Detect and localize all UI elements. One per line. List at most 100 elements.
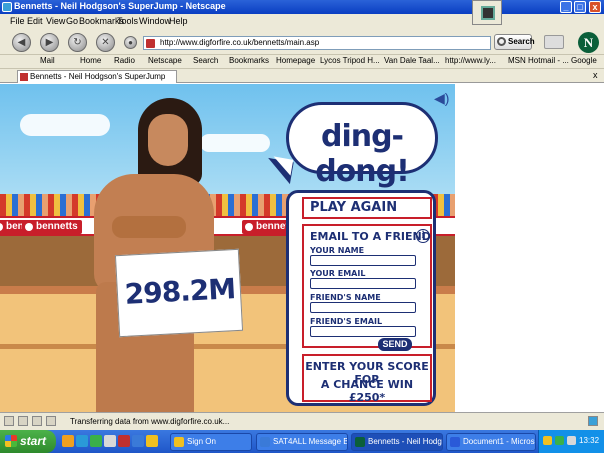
- reload-icon[interactable]: ↻: [68, 33, 87, 52]
- menu-window[interactable]: Window: [139, 16, 171, 26]
- minimize-button[interactable]: _: [560, 1, 572, 13]
- task-sign-on[interactable]: Sign On: [170, 433, 252, 451]
- security-icon: [588, 416, 598, 426]
- system-tray: 13:32: [538, 430, 604, 453]
- volume-icon[interactable]: [567, 436, 576, 445]
- tab-site-icon: [20, 73, 28, 81]
- friends-name-field[interactable]: [310, 302, 416, 313]
- netscape-app-icon: [2, 2, 12, 12]
- task-bennetts[interactable]: Bennetts - Neil Hodgs...: [351, 433, 443, 451]
- email-friend-form: EMAIL TO A FRIEND i YOUR NAME YOUR EMAIL…: [302, 224, 432, 351]
- toolbar-link-mail[interactable]: Mail: [40, 56, 55, 65]
- your-name-label: YOUR NAME: [310, 246, 365, 255]
- status-icon: [46, 416, 56, 426]
- menu-tools[interactable]: Tools: [117, 16, 138, 26]
- speech-bubble-text: ding-dong!: [315, 119, 410, 189]
- maximize-button[interactable]: □: [574, 1, 586, 13]
- menu-help[interactable]: Help: [169, 16, 188, 26]
- stop-icon[interactable]: ✕: [96, 33, 115, 52]
- toolbar-link-vandale[interactable]: Van Dale Taal...: [384, 56, 440, 65]
- status-icon: [18, 416, 28, 426]
- task-icon: [174, 437, 184, 447]
- toolbar-link-home[interactable]: Home: [80, 56, 101, 65]
- taskbar: start Sign On SAT4ALL Message Bo... Benn…: [0, 430, 604, 453]
- menu-bar: File Edit View Go Bookmarks Tools Window…: [0, 14, 604, 29]
- figure-arm: [112, 216, 186, 238]
- netscape-logo[interactable]: N: [578, 32, 599, 53]
- toolbar-link-homepage[interactable]: Homepage: [276, 56, 315, 65]
- start-label: start: [20, 434, 47, 448]
- friends-email-field[interactable]: [310, 326, 416, 337]
- toolbar-link-google[interactable]: Google: [571, 56, 597, 65]
- url-text: http://www.digforfire.co.uk/bennetts/mai…: [160, 38, 320, 47]
- quick-launch-icon[interactable]: [146, 435, 158, 447]
- score-value: 298.2M: [123, 272, 236, 311]
- enter-score-line2: A CHANCE WIN £250*: [320, 378, 414, 404]
- close-tab-icon[interactable]: x: [593, 70, 598, 80]
- start-button[interactable]: start: [0, 430, 56, 453]
- your-email-field[interactable]: [310, 278, 416, 289]
- tab-bar: Bennetts - Neil Hodgson's SuperJump x: [0, 69, 604, 83]
- task-sat4all[interactable]: SAT4ALL Message Bo...: [256, 433, 348, 451]
- quick-launch-icon[interactable]: [62, 435, 74, 447]
- sound-icon[interactable]: ◀): [434, 90, 449, 107]
- toolbar-link-netscape[interactable]: Netscape: [148, 56, 182, 65]
- print-icon[interactable]: [544, 35, 564, 49]
- quick-launch-icon[interactable]: [90, 435, 102, 447]
- url-input[interactable]: http://www.digforfire.co.uk/bennetts/mai…: [143, 36, 491, 50]
- search-button-label: Search: [508, 37, 535, 46]
- task-icon: [355, 437, 365, 447]
- personal-toolbar: Mail Home Radio Netscape Search Bookmark…: [0, 55, 604, 69]
- window-title: Bennetts - Neil Hodgson's SuperJump - Ne…: [14, 1, 226, 11]
- task-label: Document1 - Microsof...: [463, 437, 535, 446]
- task-document1[interactable]: Document1 - Microsof...: [446, 433, 536, 451]
- info-icon[interactable]: i: [416, 229, 430, 243]
- speech-bubble: ding-dong!: [286, 102, 438, 189]
- task-label: Bennetts - Neil Hodgs...: [368, 437, 442, 446]
- your-name-field[interactable]: [310, 255, 416, 266]
- windows-flag-icon: [5, 435, 17, 447]
- forward-icon[interactable]: ▶: [40, 33, 59, 52]
- quick-launch-icon[interactable]: [118, 435, 130, 447]
- back-icon[interactable]: ◀: [12, 33, 31, 52]
- quick-launch-icon[interactable]: [76, 435, 88, 447]
- throbber-icon: [472, 0, 502, 25]
- score-card: 298.2M: [114, 248, 244, 338]
- superjump-game[interactable]: bennetts bennetts bennetts 298.2M ding-d…: [0, 84, 455, 412]
- status-bar: Transferring data from www.digforfire.co…: [0, 412, 604, 430]
- search-button[interactable]: Search: [494, 34, 535, 50]
- quick-launch-icon[interactable]: [132, 435, 144, 447]
- email-friend-title: EMAIL TO A FRIEND: [310, 230, 431, 243]
- task-label: SAT4ALL Message Bo...: [273, 437, 347, 446]
- toolbar-link-hotmail[interactable]: MSN Hotmail - ...: [508, 56, 569, 65]
- tab-label: Bennetts - Neil Hodgson's SuperJump: [30, 72, 166, 81]
- enter-score-promo[interactable]: ENTER YOUR SCORE FOR A CHANCE WIN £250*: [302, 354, 432, 404]
- send-button[interactable]: SEND: [378, 338, 412, 351]
- task-icon: [450, 437, 460, 447]
- clock: 13:32: [579, 436, 600, 445]
- toolbar-link-radio[interactable]: Radio: [114, 56, 135, 65]
- play-again-button[interactable]: PLAY AGAIN: [302, 197, 432, 219]
- window-title-bar: Bennetts - Neil Hodgson's SuperJump - Ne…: [0, 0, 604, 14]
- menu-edit[interactable]: Edit: [27, 16, 43, 26]
- quick-launch-icon[interactable]: [104, 435, 116, 447]
- home-nav-icon[interactable]: ●: [124, 36, 137, 49]
- toolbar-link-lycos[interactable]: Lycos Tripod H...: [320, 56, 380, 65]
- toolbar-link-search[interactable]: Search: [193, 56, 218, 65]
- network-icon[interactable]: [555, 436, 564, 445]
- task-label: Sign On: [187, 437, 216, 446]
- your-email-label: YOUR EMAIL: [310, 269, 366, 278]
- menu-view[interactable]: View: [46, 16, 65, 26]
- navigation-toolbar: ◀ ▶ ↻ ✕ ● http://www.digforfire.co.uk/be…: [0, 29, 604, 55]
- close-window-button[interactable]: x: [589, 1, 601, 13]
- tab-bennetts[interactable]: Bennetts - Neil Hodgson's SuperJump: [17, 70, 177, 83]
- warning-icon[interactable]: [543, 436, 552, 445]
- status-icon: [32, 416, 42, 426]
- menu-go[interactable]: Go: [66, 16, 78, 26]
- toolbar-link-lycos-url[interactable]: http://www.ly...: [445, 56, 496, 65]
- figure-face: [148, 114, 188, 166]
- toolbar-link-bookmarks[interactable]: Bookmarks: [229, 56, 269, 65]
- site-icon: [146, 39, 155, 48]
- menu-file[interactable]: File: [10, 16, 25, 26]
- page-content: bennetts bennetts bennetts 298.2M ding-d…: [0, 84, 604, 412]
